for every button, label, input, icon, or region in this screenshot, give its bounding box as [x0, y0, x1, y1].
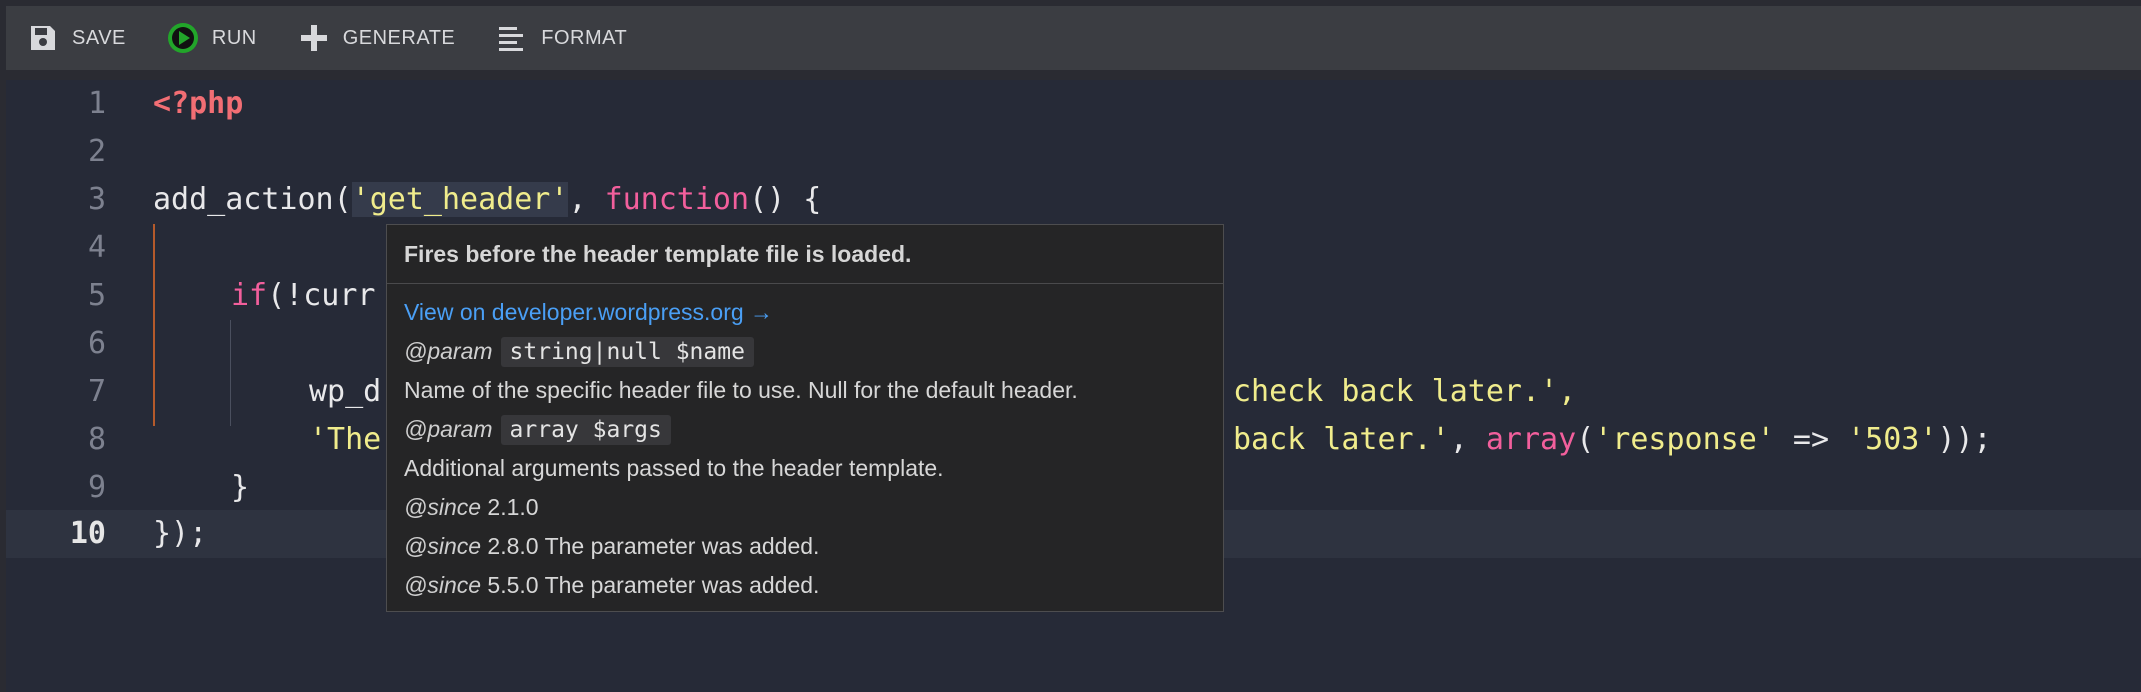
operator: => — [1774, 422, 1848, 457]
since-text: 5.5.0 The parameter was added. — [481, 572, 820, 598]
toolbar: SAVE RUN GENERATE FORMAT — [6, 6, 2141, 70]
code-line-7: wp_d — [309, 368, 381, 416]
punctuation: () { — [749, 182, 822, 217]
since-tag: @since — [404, 533, 482, 559]
code-line-7-tail: check back later.', — [1233, 368, 1576, 416]
line-number: 2 — [87, 134, 106, 169]
hovered-string[interactable]: 'get_header' — [351, 182, 569, 217]
code-line-8: 'The — [309, 416, 381, 464]
code-line-3: add_action('get_header', function() { — [153, 176, 821, 224]
code-line-1: <?php — [153, 80, 243, 128]
keyword: function — [604, 182, 750, 217]
separator: , — [568, 182, 605, 217]
generate-button[interactable]: GENERATE — [277, 6, 476, 70]
string-literal: 'The — [309, 422, 382, 457]
code-line-10: }); — [153, 510, 207, 558]
param-signature: string|null $name — [500, 337, 754, 367]
keyword: array — [1485, 422, 1577, 457]
function-call: add_action( — [153, 182, 352, 217]
since-text: 2.1.0 — [481, 494, 539, 520]
param-tag: @param — [404, 416, 493, 442]
code-line-9: } — [231, 464, 249, 512]
align-left-icon — [495, 21, 529, 55]
string-literal: check back later.', — [1233, 374, 1577, 409]
line-number: 5 — [87, 278, 106, 313]
plus-icon — [297, 21, 331, 55]
keyword: if — [231, 278, 268, 313]
since-tag: @since — [404, 494, 482, 520]
param-description: Additional arguments passed to the heade… — [404, 455, 944, 481]
line-number: 4 — [87, 230, 106, 265]
tooltip-title: Fires before the header template file is… — [387, 225, 1223, 284]
separator: , — [1449, 422, 1486, 457]
indent-guide — [230, 320, 231, 426]
string-literal: back later.' — [1233, 422, 1450, 457]
run-label: RUN — [211, 26, 257, 49]
string-literal: 'response' — [1594, 422, 1775, 457]
save-label: SAVE — [72, 26, 126, 49]
closing-statement: }); — [153, 516, 208, 551]
line-number: 3 — [87, 182, 106, 217]
since-text: 2.8.0 The parameter was added. — [481, 533, 820, 559]
tooltip-body: View on developer.wordpress.org → @param… — [404, 293, 1213, 605]
closing-brace: } — [231, 470, 250, 505]
floppy-disk-icon — [26, 21, 60, 55]
code-line-5: if(!curr — [231, 272, 376, 320]
run-button[interactable]: RUN — [146, 6, 277, 70]
line-number: 9 — [87, 470, 106, 505]
app-window: SAVE RUN GENERATE FORMAT 1 2 3 4 5 6 7 8… — [0, 0, 2141, 692]
format-label: FORMAT — [541, 26, 628, 49]
line-number-active: 10 — [69, 516, 106, 551]
param-description: Name of the specific header file to use.… — [404, 377, 1078, 403]
generate-label: GENERATE — [342, 26, 456, 49]
punctuation: )); — [1937, 422, 1992, 457]
documentation-link[interactable]: View on developer.wordpress.org → — [404, 299, 773, 325]
line-number: 1 — [87, 86, 106, 121]
code-line-8-tail: back later.', array('response' => '503')… — [1233, 416, 1992, 464]
line-number: 6 — [87, 326, 106, 361]
indent-guide — [153, 224, 155, 426]
param-signature: array $args — [500, 415, 671, 445]
function-call: wp_d — [309, 374, 382, 409]
play-circle-icon — [166, 21, 200, 55]
hover-tooltip: Fires before the header template file is… — [386, 224, 1224, 612]
param-tag: @param — [404, 338, 493, 364]
line-number: 8 — [87, 422, 106, 457]
php-open-tag: <?php — [153, 86, 244, 121]
code-text: (!curr — [267, 278, 376, 313]
since-tag: @since — [404, 572, 482, 598]
line-number: 7 — [87, 374, 106, 409]
string-literal: '503' — [1847, 422, 1938, 457]
save-button[interactable]: SAVE — [6, 6, 146, 70]
format-button[interactable]: FORMAT — [475, 6, 647, 70]
punctuation: ( — [1576, 422, 1595, 457]
